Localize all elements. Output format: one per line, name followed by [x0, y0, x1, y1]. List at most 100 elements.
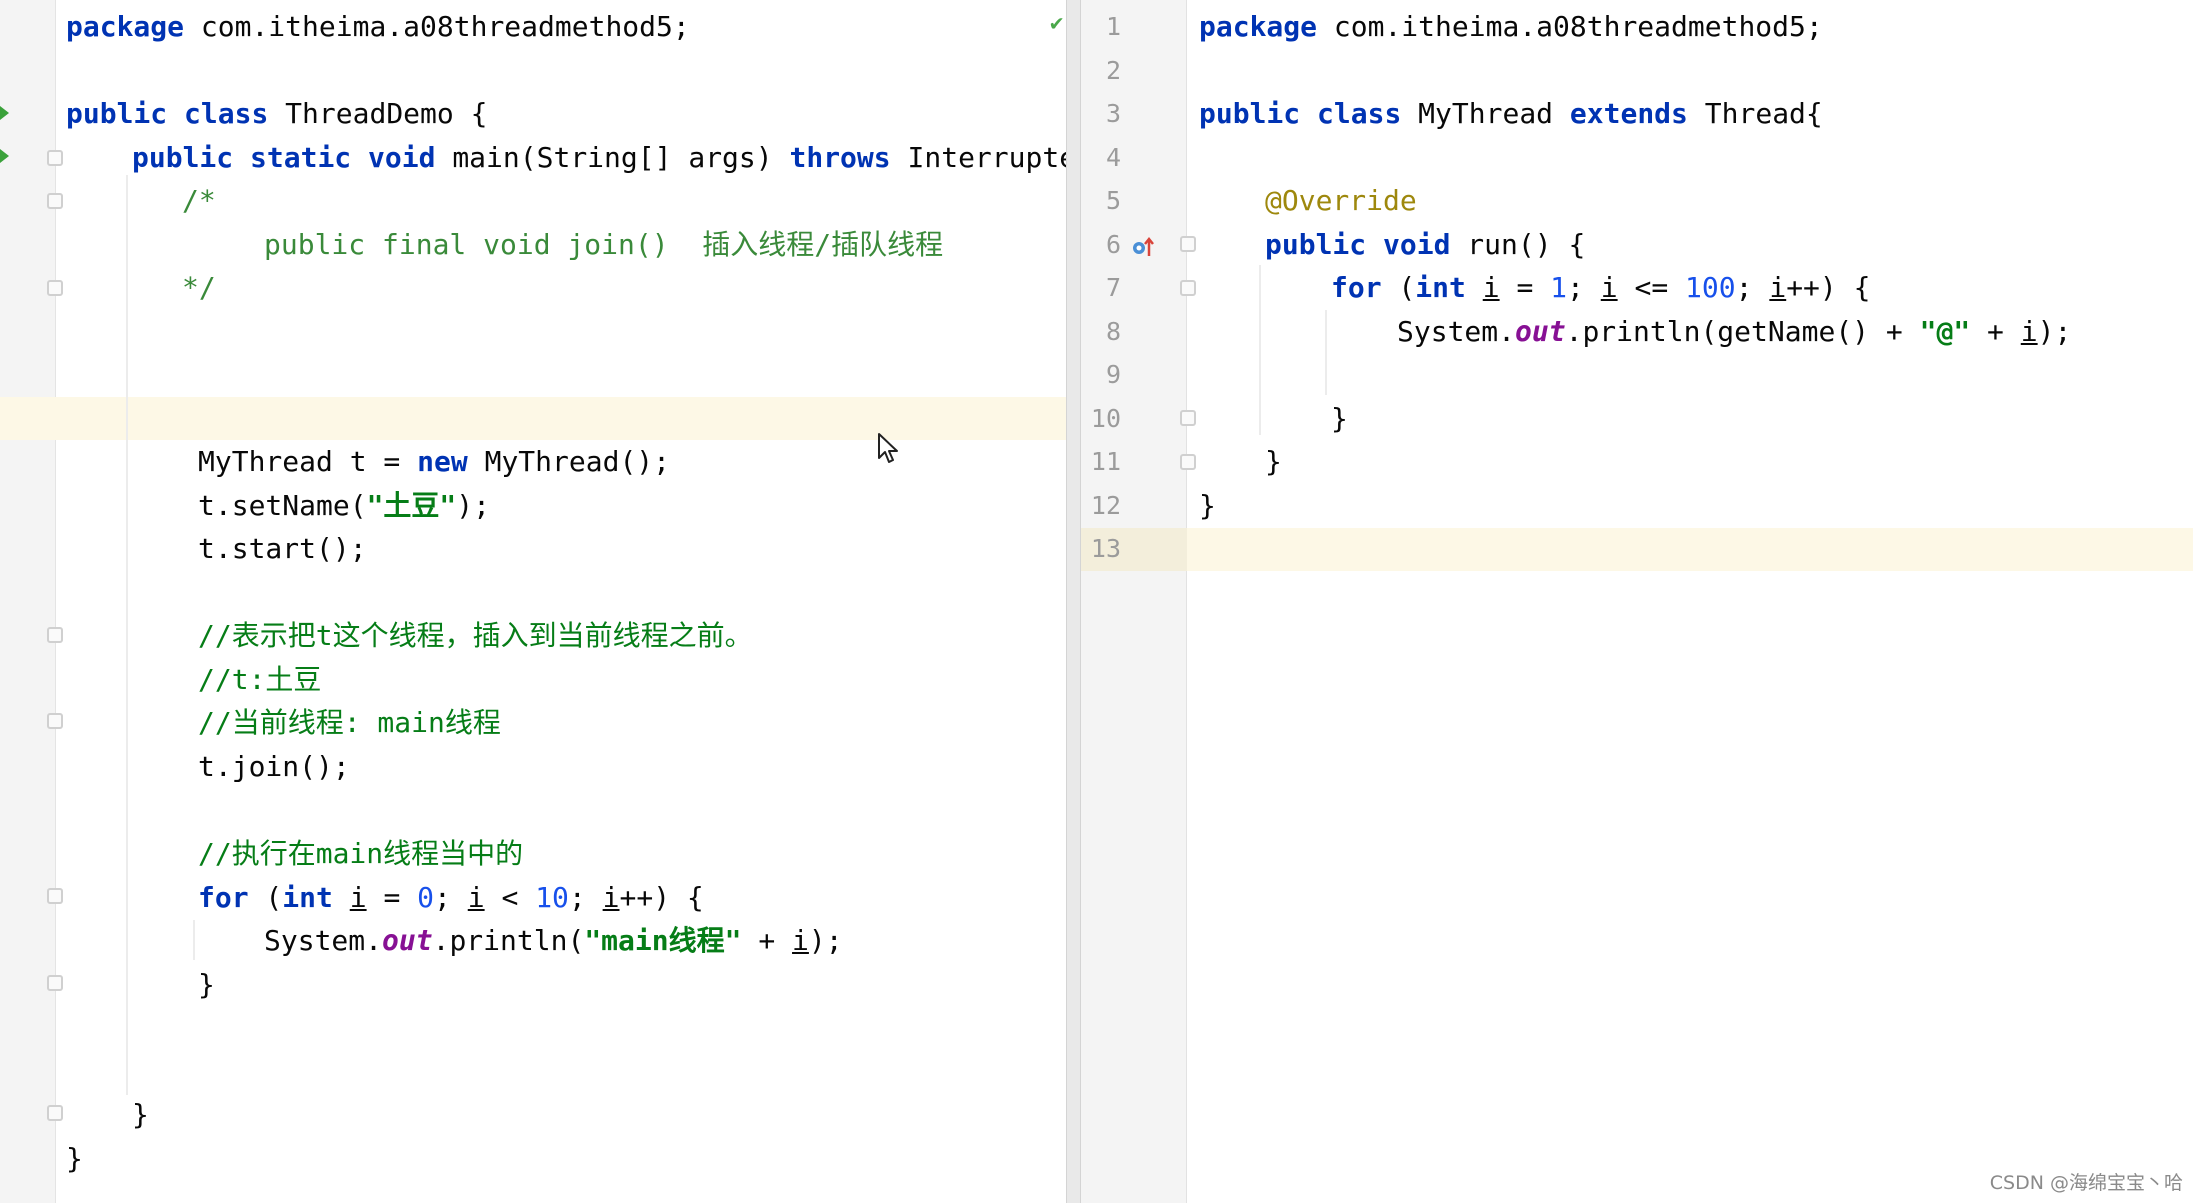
code-token: (: [1381, 271, 1416, 304]
left-code-area[interactable]: package com.itheima.a08threadmethod5; pu…: [0, 0, 1066, 1203]
keyword-token: package: [66, 10, 185, 43]
annotation-override: @Override: [1265, 184, 1417, 217]
code-line-class-decl: public class MyThread extends Thread{: [1199, 92, 1823, 136]
keyword-token: public: [1265, 228, 1367, 261]
keyword-token: void: [1383, 228, 1451, 261]
keyword-token: for: [1331, 271, 1382, 304]
superclass-name: Thread{: [1687, 97, 1823, 130]
package-name: com.itheima.a08threadmethod5;: [184, 10, 690, 43]
string-literal: "main线程": [584, 924, 742, 957]
package-name: com.itheima.a08threadmethod5;: [1317, 10, 1823, 43]
code-line-println: System.out.println(getName() + "@" + i);: [1397, 310, 2071, 354]
closing-brace: }: [1331, 402, 1348, 435]
keyword-token: throws: [789, 141, 891, 174]
code-line-run-decl: public void run() {: [1265, 223, 1585, 267]
loop-variable: i: [2020, 315, 2038, 348]
code-line-set-name: t.setName("土豆");: [198, 484, 490, 528]
code-token: <=: [1617, 271, 1686, 304]
number-literal: 1: [1550, 271, 1568, 304]
class-name: MyThread: [1401, 97, 1570, 130]
code-token: =: [366, 881, 418, 914]
code-token: );: [808, 924, 843, 957]
comment-close: */: [182, 271, 216, 304]
right-editor-pane[interactable]: 1 2 3 4 5 6 7 8 9 10 11 12 13 package co…: [1081, 0, 2193, 1203]
code-line-println: System.out.println("main线程" + i);: [264, 919, 843, 963]
static-field: out: [382, 924, 433, 957]
number-literal: 10: [535, 881, 569, 914]
code-line-for-loop: for (int i = 1; i <= 100; i++) {: [1331, 266, 1871, 310]
code-token: );: [2037, 315, 2072, 348]
keyword-token: int: [1415, 271, 1466, 304]
closing-brace: }: [66, 1142, 83, 1175]
closing-brace: }: [1265, 445, 1282, 478]
line-comment: //当前线程: main线程: [198, 706, 501, 739]
keyword-token: extends: [1569, 97, 1688, 130]
code-token: t.setName(: [198, 489, 367, 522]
method-signature: main(String[] args): [435, 141, 790, 174]
code-line-package: package com.itheima.a08threadmethod5;: [66, 5, 690, 49]
code-token: .println(: [432, 924, 585, 957]
line-comment: //执行在main线程当中的: [198, 837, 524, 870]
code-token: .println(getName() +: [1565, 315, 1920, 348]
code-line-new-thread: MyThread t = new MyThread();: [198, 440, 670, 484]
code-token: );: [456, 489, 491, 522]
loop-variable: i: [1482, 271, 1500, 304]
keyword-token: new: [417, 445, 468, 478]
editor-splitter[interactable]: [1066, 0, 1081, 1203]
code-token: +: [741, 924, 793, 957]
string-literal: "土豆": [366, 489, 457, 522]
keyword-token: public: [132, 141, 234, 174]
loop-variable: i: [602, 881, 620, 914]
code-line-start: t.start();: [198, 532, 367, 565]
loop-variable: i: [1600, 271, 1618, 304]
watermark-text: CSDN @海绵宝宝丶哈: [1989, 1172, 2183, 1194]
loop-variable: i: [1769, 271, 1787, 304]
right-code-area[interactable]: package com.itheima.a08threadmethod5; pu…: [1081, 0, 2193, 1203]
code-token: =: [1499, 271, 1551, 304]
code-line-class-decl: public class ThreadDemo {: [66, 92, 487, 136]
code-line-package: package com.itheima.a08threadmethod5;: [1199, 5, 1823, 49]
keyword-token: package: [1199, 10, 1318, 43]
keyword-token: void: [368, 141, 436, 174]
code-token: ;: [434, 881, 468, 914]
code-token: (: [248, 881, 283, 914]
code-token: <: [484, 881, 536, 914]
code-token: ++) {: [1786, 271, 1871, 304]
left-editor-pane[interactable]: ✔ package com.itheima.a08threadmethod5; …: [0, 0, 1066, 1203]
code-token: ;: [1735, 271, 1770, 304]
loop-variable: i: [467, 881, 485, 914]
mouse-cursor-icon: [878, 433, 898, 463]
code-line-join: t.join();: [198, 750, 350, 783]
keyword-token: class: [1317, 97, 1402, 130]
code-token: ++) {: [619, 881, 704, 914]
keyword-token: static: [250, 141, 352, 174]
closing-brace: }: [198, 968, 215, 1001]
keyword-token: public: [1199, 97, 1301, 130]
comment-open: /*: [182, 184, 216, 217]
loop-variable: i: [349, 881, 367, 914]
keyword-token: for: [198, 881, 249, 914]
code-token: MyThread t =: [198, 445, 418, 478]
string-literal: "@": [1919, 315, 1971, 348]
code-token: ;: [1567, 271, 1601, 304]
static-field: out: [1515, 315, 1566, 348]
code-line-for-loop: for (int i = 0; i < 10; i++) {: [198, 876, 704, 920]
line-comment: //t:土豆: [198, 663, 322, 696]
code-token: System.: [1397, 315, 1516, 348]
number-literal: 100: [1685, 271, 1736, 304]
code-line-main-decl: public static void main(String[] args) t…: [132, 136, 1066, 180]
number-literal: 0: [417, 881, 435, 914]
comment-text: public final void join() 插入线程/插队线程: [264, 228, 944, 261]
loop-variable: i: [792, 924, 809, 957]
keyword-token: public: [66, 97, 168, 130]
closing-brace: }: [132, 1098, 149, 1131]
exception-name: InterruptedE: [907, 141, 1066, 174]
closing-brace: }: [1199, 489, 1216, 522]
keyword-token: int: [282, 881, 333, 914]
